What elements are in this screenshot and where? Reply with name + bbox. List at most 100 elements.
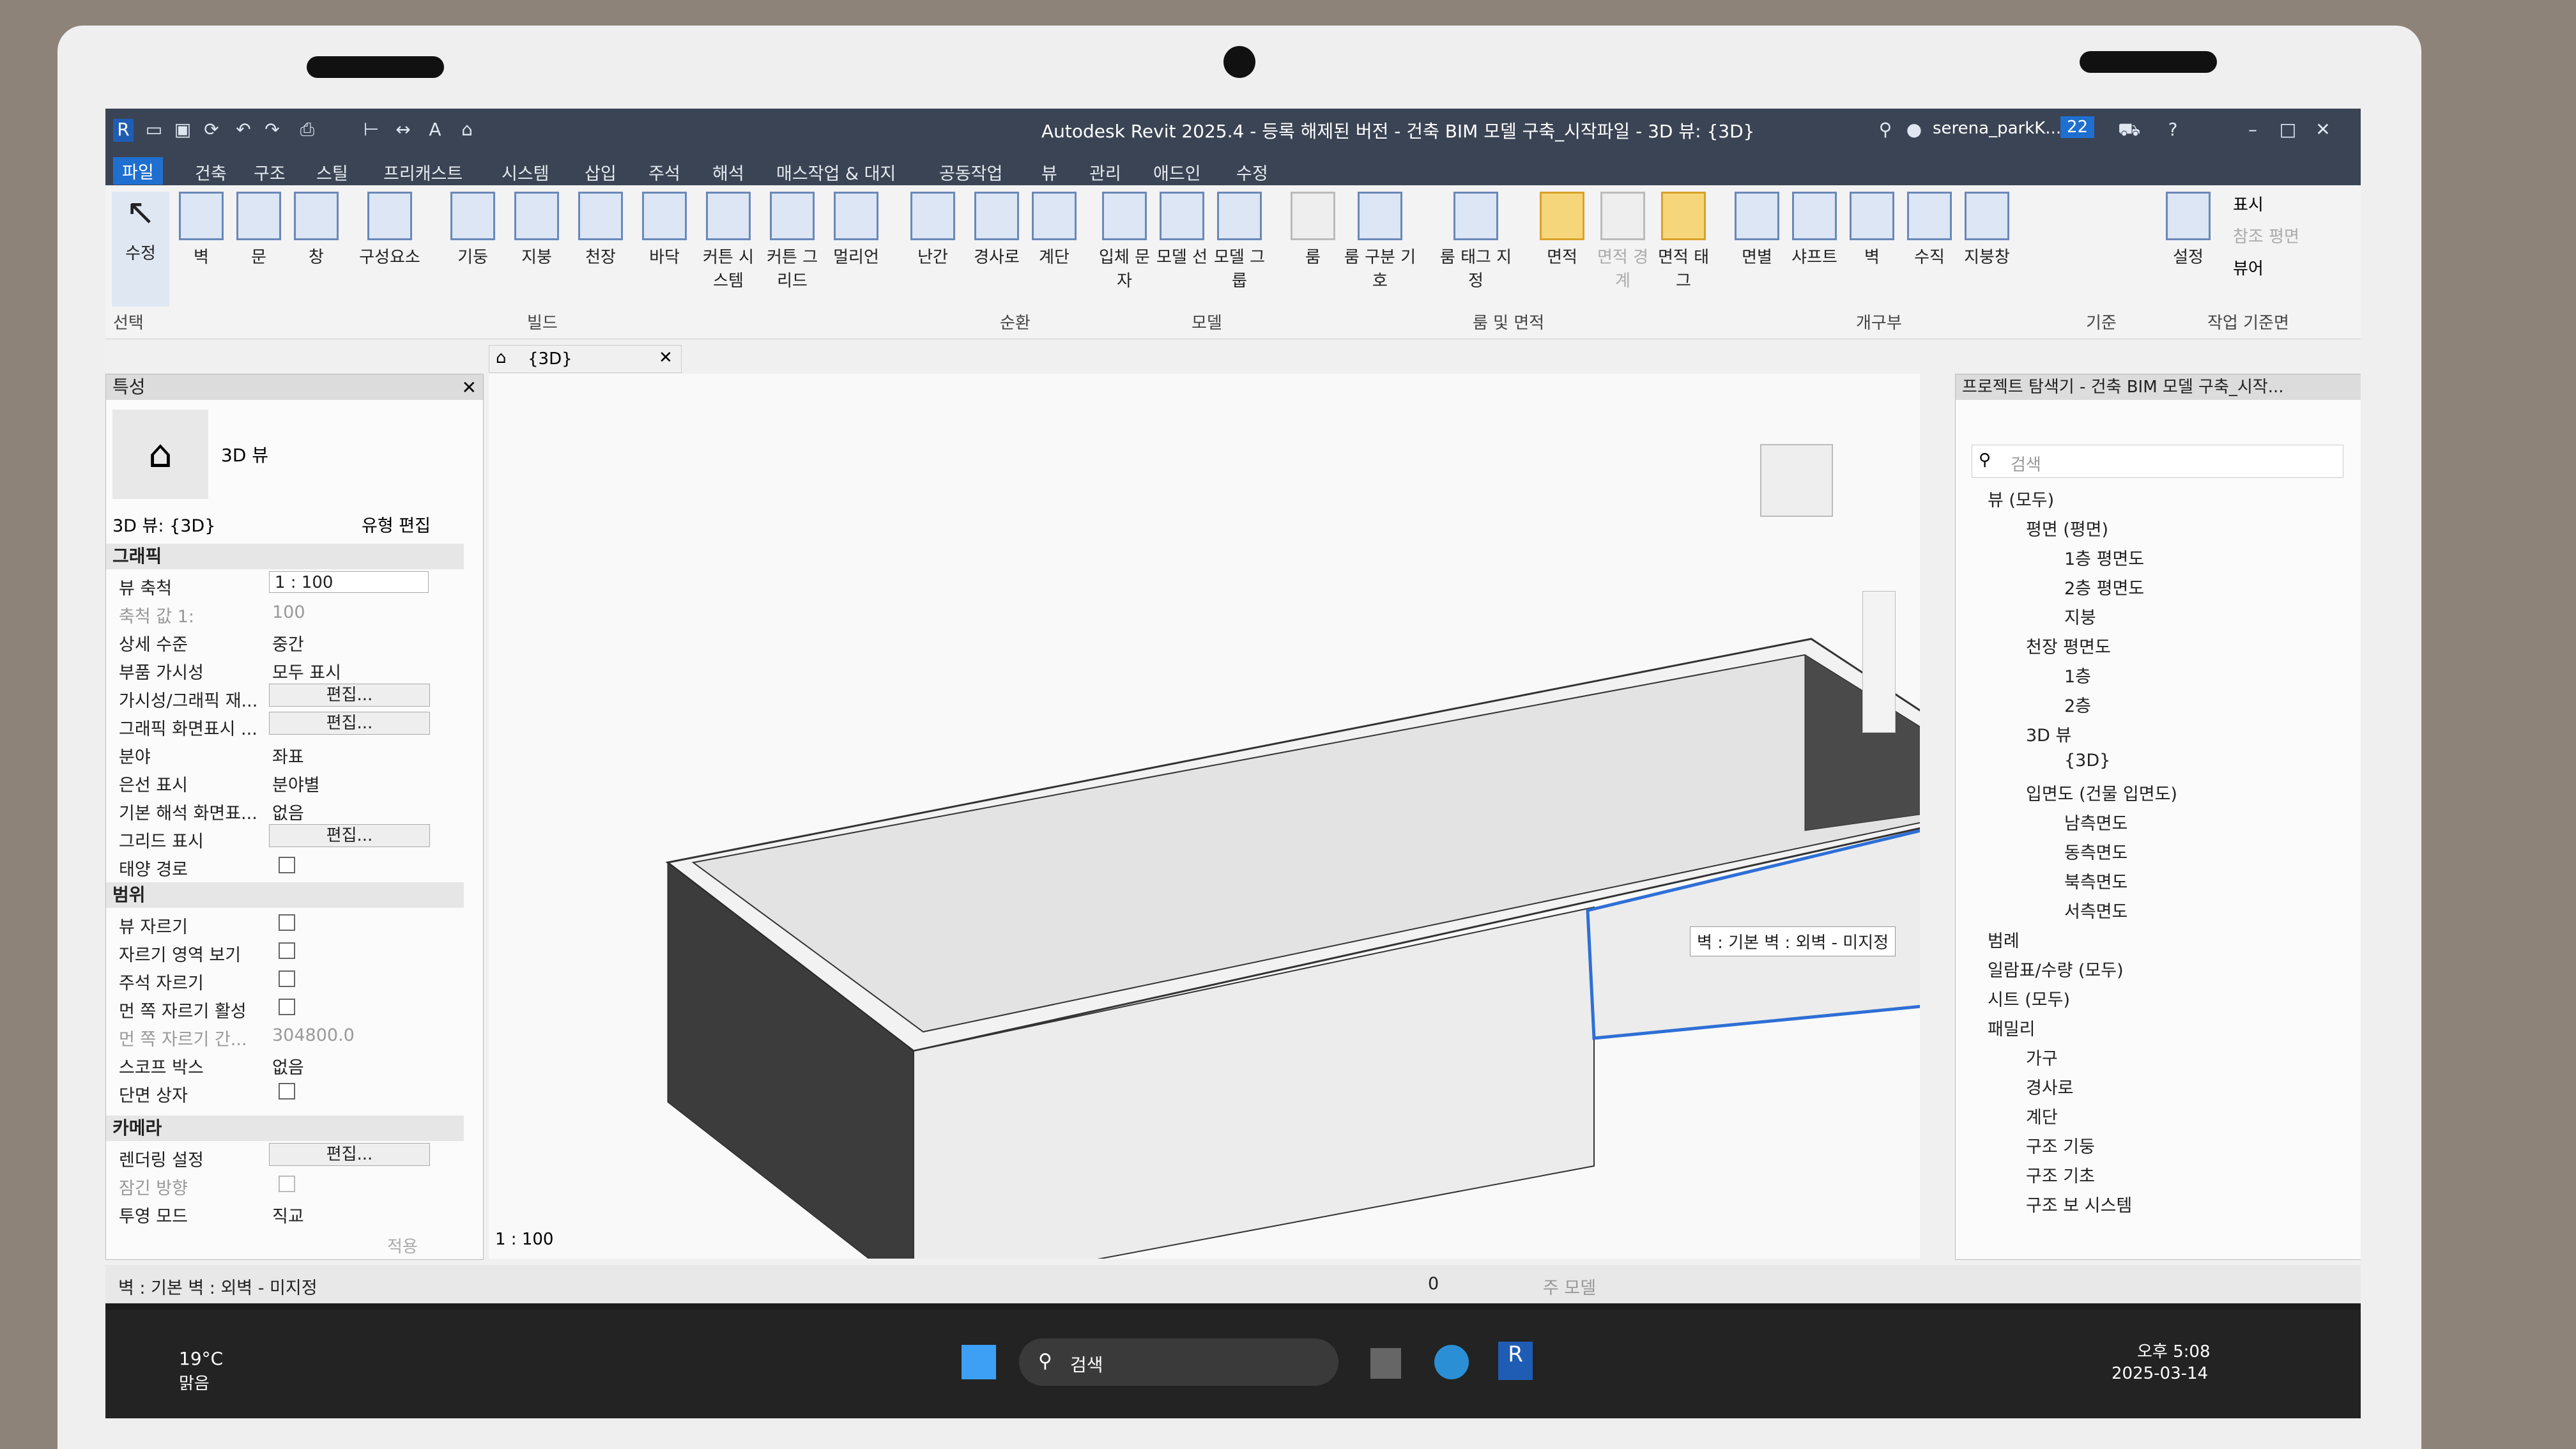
browser-tree-item[interactable]: 평면 (평면) — [2026, 516, 2108, 540]
component-button[interactable]: 구성요소 — [351, 192, 428, 268]
ceiling-button[interactable]: 천장 — [572, 192, 629, 268]
print-icon[interactable]: ⎙ — [297, 119, 318, 142]
shaft-button[interactable]: 샤프트 — [1786, 192, 1843, 268]
view-scale-label[interactable]: 1 : 100 — [495, 1230, 553, 1249]
user-name[interactable]: serena_parkK... — [1933, 119, 2061, 138]
section-box-checkbox[interactable] — [279, 1083, 295, 1100]
vertical-opening-button[interactable]: 수직 — [1901, 192, 1958, 268]
dimension-icon[interactable]: ↔ — [393, 119, 413, 142]
open-icon[interactable]: ▭ — [144, 119, 164, 142]
dormer-button[interactable]: 지붕창 — [1958, 192, 2016, 268]
redo-icon[interactable]: ↷ — [262, 119, 282, 142]
area-boundary-button[interactable]: 면적 경계 — [1594, 192, 1652, 291]
prop-row[interactable]: 부품 가시성 모두 표시 — [106, 654, 464, 683]
group-select[interactable]: 선택 — [113, 310, 144, 334]
tab-architecture[interactable]: 건축 — [195, 160, 227, 185]
browser-tree-item[interactable]: 서측면도 — [2064, 898, 2128, 923]
curtain-system-button[interactable]: 커튼 시스템 — [700, 192, 757, 291]
view-3d-canvas[interactable]: ⌂ {3D} ✕ — [489, 345, 2057, 1295]
notification-badge[interactable]: 22 — [2060, 116, 2095, 138]
annotation-crop-checkbox[interactable] — [279, 970, 295, 987]
tab-file[interactable]: 파일 — [113, 157, 163, 185]
roof-button[interactable]: 지붕 — [508, 192, 565, 268]
clock-time[interactable]: 오후 5:08 — [2137, 1338, 2211, 1362]
browser-tree-item[interactable]: 구조 기둥 — [2026, 1133, 2095, 1158]
browser-tree-item[interactable]: 구조 기초 — [2026, 1162, 2095, 1187]
section-camera[interactable]: 카메라 — [106, 1116, 464, 1141]
browser-tree-item[interactable]: 계단 — [2026, 1103, 2058, 1128]
stair-button[interactable]: 계단 — [1025, 192, 1083, 268]
prop-row[interactable]: 분야 좌표 — [106, 738, 464, 767]
prop-row[interactable]: 은선 표시 분야별 — [106, 766, 464, 795]
tab-view[interactable]: 뷰 — [1041, 160, 1057, 185]
wall-button[interactable]: 벽 — [172, 192, 230, 268]
section-extents[interactable]: 범위 — [106, 882, 464, 908]
prop-row[interactable]: 스코프 박스 없음 — [106, 1048, 464, 1078]
view-scale-field[interactable]: 1 : 100 — [269, 571, 429, 593]
undo-icon[interactable]: ↶ — [233, 119, 254, 142]
tab-modify[interactable]: 수정 — [1236, 160, 1268, 185]
browser-tree-item[interactable]: 패밀리 — [1988, 1015, 2035, 1040]
browser-tree-item[interactable]: 2층 — [2064, 692, 2091, 717]
text-icon[interactable]: A — [425, 119, 445, 142]
tab-massing[interactable]: 매스작업 & 대지 — [776, 160, 896, 185]
browser-tree-item[interactable]: 구조 보 시스템 — [2026, 1192, 2132, 1216]
browser-search[interactable]: ⚲ 검색 — [1972, 445, 2343, 478]
viewer-button[interactable]: 뷰어 — [2233, 256, 2264, 279]
browser-tree-item[interactable]: 남측면도 — [2064, 809, 2128, 834]
close-icon[interactable]: ✕ — [2313, 119, 2333, 142]
column-button[interactable]: 기둥 — [444, 192, 502, 268]
room-button[interactable]: 룸 — [1284, 192, 1342, 268]
tab-analyze[interactable]: 해석 — [712, 160, 744, 185]
binoculars-icon[interactable]: ⚲ — [1875, 119, 1896, 142]
type-selector[interactable]: ⌂ 3D 뷰 — [112, 410, 470, 499]
weather-temp[interactable]: 19°C — [179, 1348, 223, 1369]
edge-icon[interactable] — [1434, 1345, 1469, 1379]
tab-precast[interactable]: 프리캐스트 — [383, 160, 463, 185]
properties-close-icon[interactable]: ✕ — [462, 377, 477, 398]
by-face-button[interactable]: 면별 — [1728, 192, 1786, 268]
edit-button[interactable]: 편집... — [269, 1143, 430, 1166]
model-line-button[interactable]: 모델 선 — [1153, 192, 1211, 268]
browser-tree-item[interactable]: 시트 (모두) — [1988, 986, 2070, 1011]
cart-icon[interactable]: ⛟ — [2118, 119, 2140, 142]
sync-icon[interactable]: ⟳ — [201, 119, 222, 142]
minimize-icon[interactable]: – — [2242, 119, 2263, 142]
workplane-set-button[interactable]: 설정 — [2159, 192, 2217, 268]
start-icon[interactable] — [962, 1345, 996, 1379]
far-clip-checkbox[interactable] — [279, 999, 295, 1015]
edit-button[interactable]: 편집... — [269, 684, 430, 707]
section-graphics[interactable]: 그래픽 — [106, 544, 464, 569]
view-tab-close-icon[interactable]: ✕ — [659, 348, 673, 367]
apply-button[interactable]: 적용 — [387, 1234, 418, 1257]
wall-opening-button[interactable]: 벽 — [1843, 192, 1901, 268]
browser-tree-item[interactable]: 2층 평면도 — [2064, 574, 2144, 599]
window-button[interactable]: 창 — [288, 192, 345, 268]
ref-plane-button[interactable]: 참조 평면 — [2233, 224, 2299, 247]
tab-manage[interactable]: 관리 — [1089, 160, 1121, 185]
tab-steel[interactable]: 스틸 — [316, 160, 348, 185]
tab-insert[interactable]: 삽입 — [585, 160, 617, 185]
model-text-button[interactable]: 입체 문자 — [1096, 192, 1153, 291]
curtain-grid-button[interactable]: 커튼 그리드 — [763, 192, 821, 291]
floor-button[interactable]: 바닥 — [636, 192, 693, 268]
crop-view-checkbox[interactable] — [279, 914, 295, 931]
tab-systems[interactable]: 시스템 — [502, 160, 549, 185]
browser-tree-item[interactable]: 1층 — [2064, 663, 2091, 687]
model-group-button[interactable]: 모델 그룹 — [1211, 192, 1268, 291]
main-model[interactable]: 주 모델 — [1543, 1274, 1596, 1299]
browser-tree-item[interactable]: 북측면도 — [2064, 868, 2128, 893]
revit-logo-icon[interactable]: R — [113, 119, 134, 142]
browser-tree-item[interactable]: 1층 평면도 — [2064, 545, 2144, 570]
browser-tree-item[interactable]: 입면도 (건물 입면도) — [2026, 780, 2177, 805]
crop-region-visible-checkbox[interactable] — [279, 942, 295, 959]
taskbar-search[interactable]: ⚲ 검색 — [1019, 1338, 1338, 1386]
tab-collaborate[interactable]: 공동작업 — [939, 160, 1002, 185]
tag-room-button[interactable]: 룸 태그 지정 — [1434, 192, 1517, 291]
browser-tree-item[interactable]: {3D} — [2064, 751, 2110, 770]
mullion-button[interactable]: 멀리언 — [827, 192, 885, 268]
help-icon[interactable]: ? — [2163, 119, 2183, 142]
measure-icon[interactable]: ⊢ — [361, 119, 381, 142]
modify-button[interactable]: ↖ 수정 — [112, 192, 169, 307]
tag-area-button[interactable]: 면적 태그 — [1655, 192, 1712, 291]
